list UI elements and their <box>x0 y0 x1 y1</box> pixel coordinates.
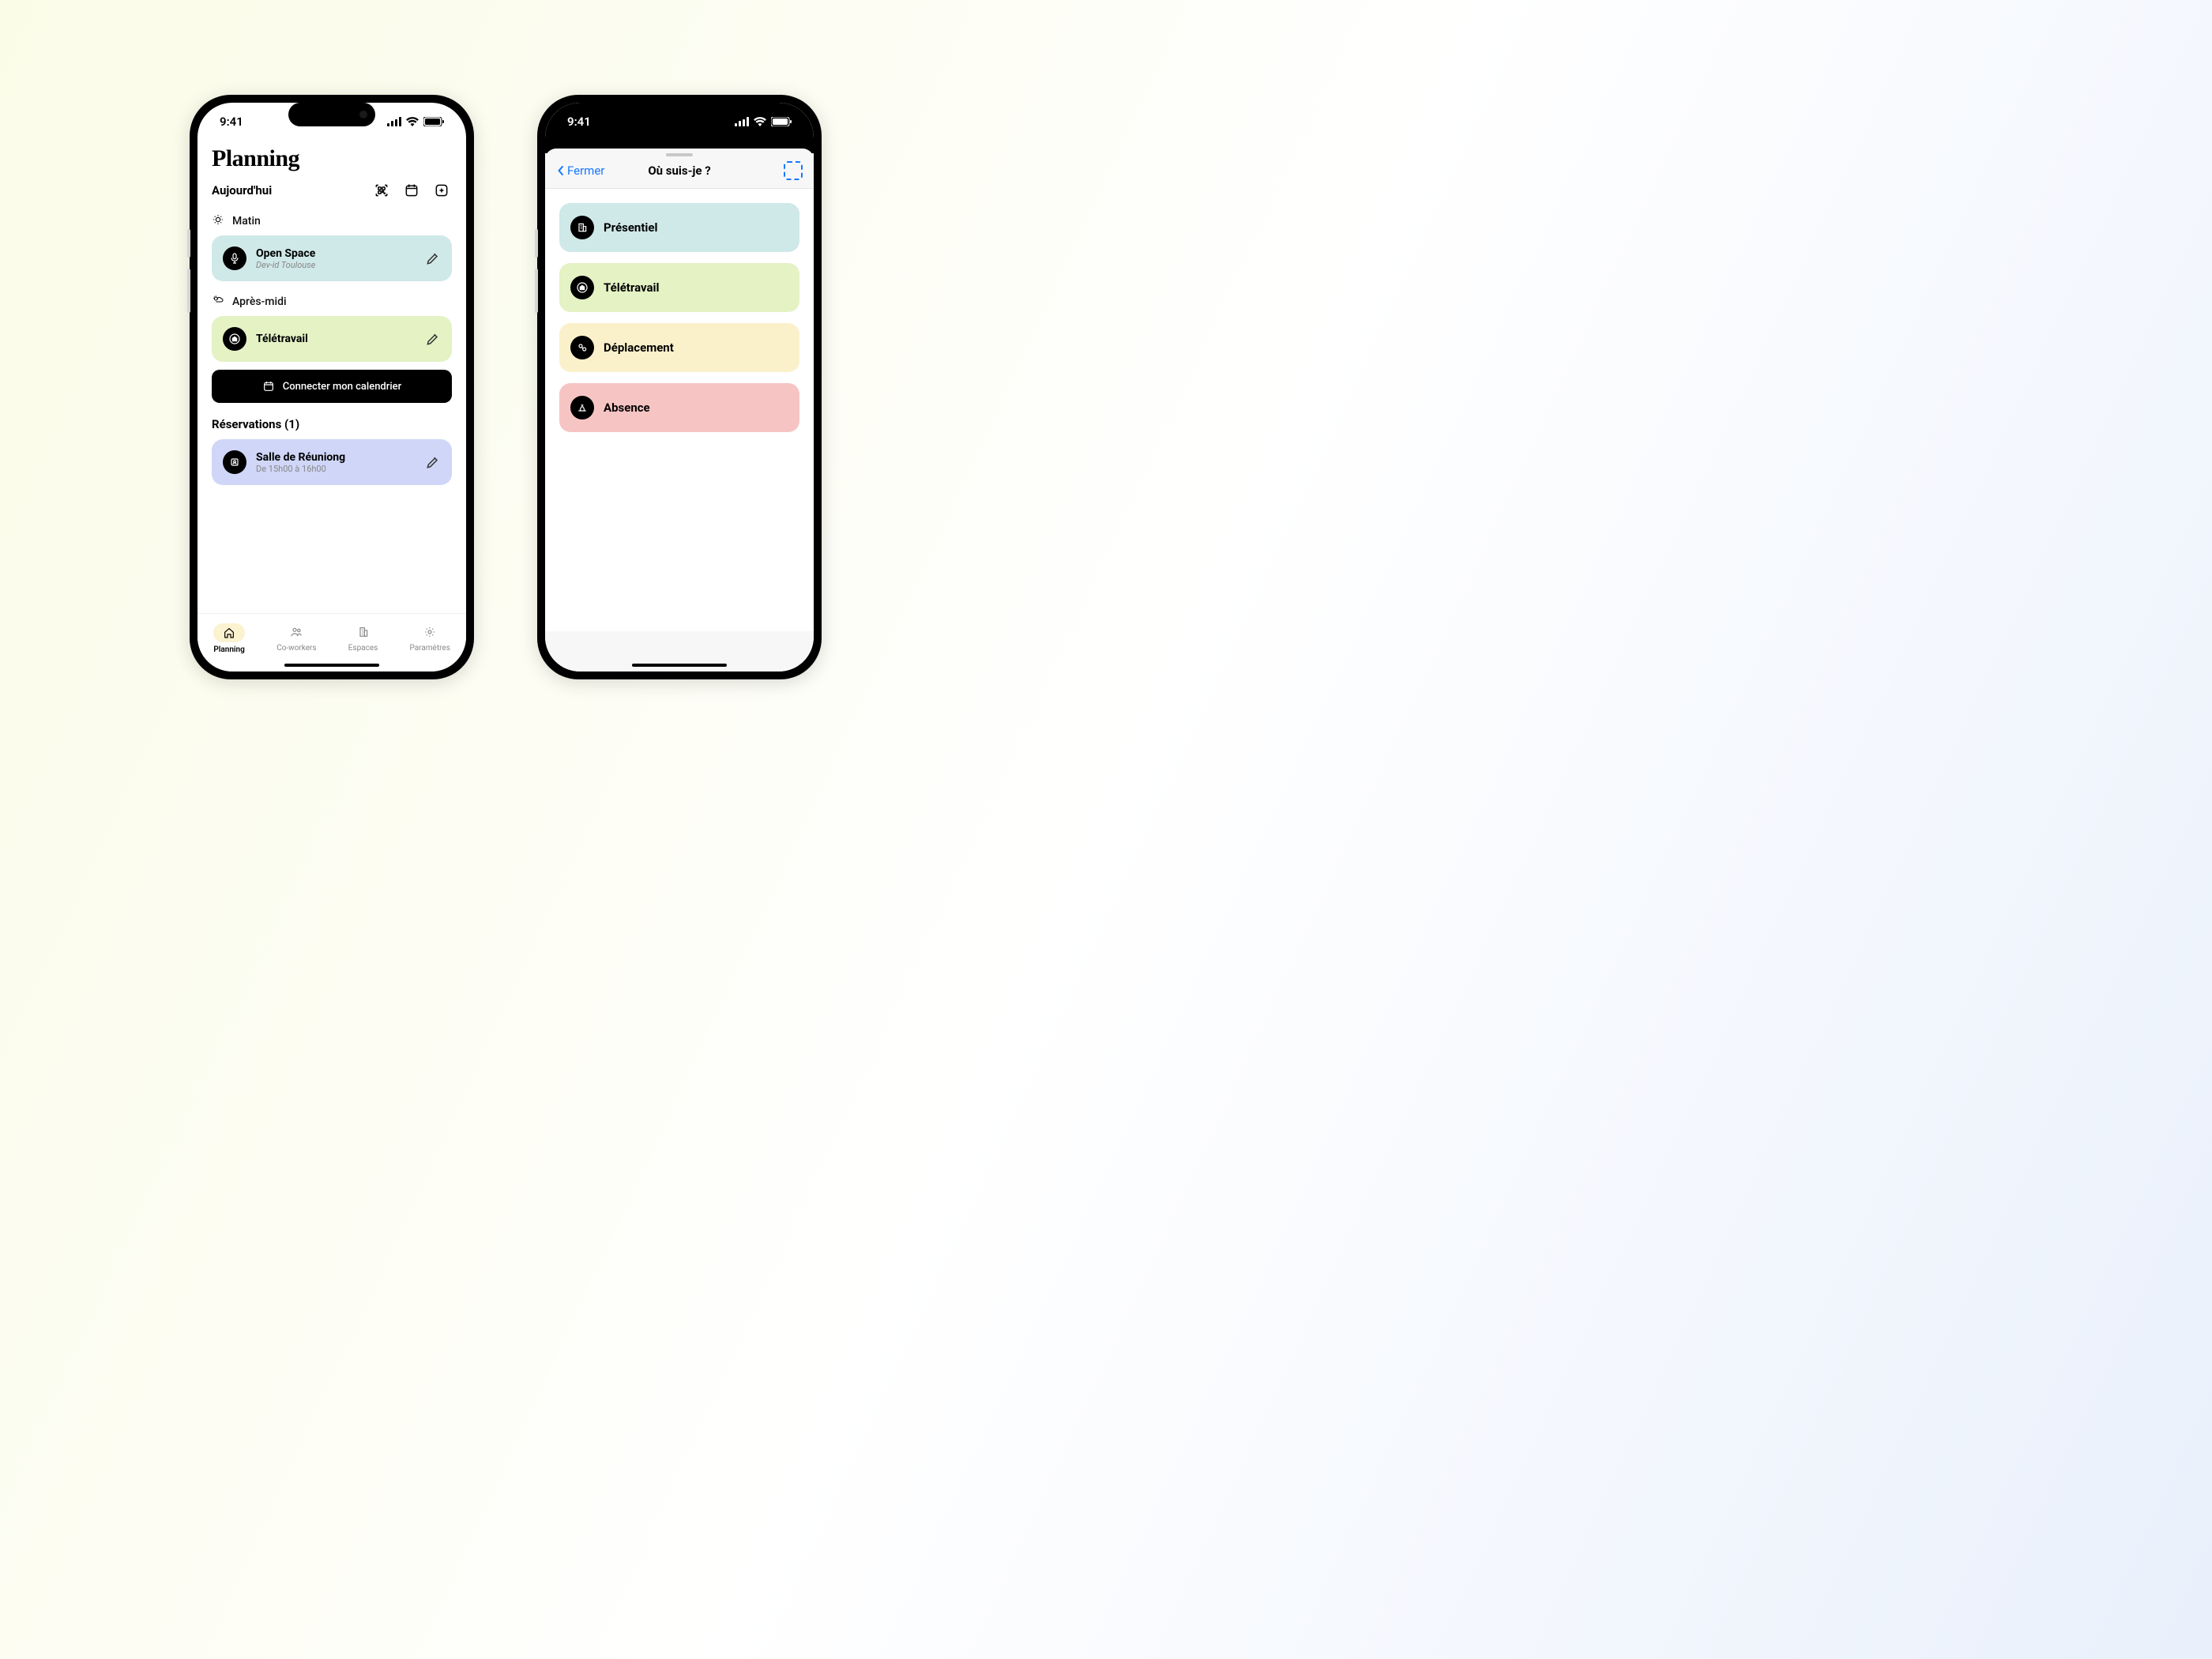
gear-icon <box>423 626 436 641</box>
signal-icon <box>735 117 749 126</box>
screen-2: 9:41 Fermer <box>545 103 814 672</box>
afternoon-title: Télétravail <box>256 333 416 345</box>
cloud-sun-icon <box>212 294 224 310</box>
morning-heading: Matin <box>212 213 452 229</box>
today-row: Aujourd'hui <box>212 180 452 201</box>
absence-icon <box>570 396 594 419</box>
tab-bar: Planning Co-workers Espaces Paramètres <box>198 613 466 672</box>
status-icons <box>387 117 444 126</box>
tab-settings[interactable]: Paramètres <box>409 626 450 653</box>
reservation-sub: De 15h00 à 16h00 <box>256 464 416 474</box>
qr-icon[interactable] <box>371 180 392 201</box>
status-time: 9:41 <box>220 115 243 129</box>
mic-icon <box>223 246 246 270</box>
home-indicator <box>284 664 379 667</box>
connect-calendar-button[interactable]: Connecter mon calendrier <box>212 370 452 403</box>
battery-icon <box>771 117 792 126</box>
status-bar: 9:41 <box>545 103 814 141</box>
screen-1: 9:41 Planning Aujourd'hui <box>198 103 466 672</box>
dynamic-island <box>288 103 375 126</box>
option-absence[interactable]: Absence <box>559 383 799 432</box>
close-label: Fermer <box>567 164 604 178</box>
morning-title: Open Space <box>256 247 416 260</box>
afternoon-label: Après-midi <box>232 295 287 308</box>
home-tab-icon <box>213 623 245 642</box>
room-icon <box>223 450 246 474</box>
tab-spaces[interactable]: Espaces <box>348 626 378 653</box>
reservation-title: Salle de Réuniong <box>256 451 416 464</box>
modal-title: Où suis-je ? <box>648 164 710 178</box>
wifi-icon <box>754 117 766 126</box>
modal-header: Fermer Où suis-je ? <box>545 149 814 189</box>
home-icon <box>570 276 594 299</box>
option-label: Déplacement <box>604 340 788 355</box>
close-button[interactable]: Fermer <box>556 164 604 178</box>
wifi-icon <box>406 117 419 126</box>
header-actions <box>371 180 452 201</box>
signal-icon <box>387 117 401 126</box>
afternoon-card[interactable]: Télétravail <box>212 316 452 362</box>
home-indicator <box>632 664 727 667</box>
travel-icon <box>570 336 594 359</box>
modal-content: Présentiel Télétravail Déplacement <box>545 189 814 631</box>
calendar-icon[interactable] <box>401 180 422 201</box>
building-icon <box>357 626 370 641</box>
connect-label: Connecter mon calendrier <box>283 381 401 393</box>
tab-label: Espaces <box>348 644 378 653</box>
afternoon-heading: Après-midi <box>212 294 452 310</box>
option-label: Présentiel <box>604 220 788 235</box>
planning-content: Planning Aujourd'hui <box>198 141 466 613</box>
option-label: Télétravail <box>604 280 788 295</box>
phone-frame-1: 9:41 Planning Aujourd'hui <box>190 95 474 679</box>
morning-label: Matin <box>232 215 261 228</box>
reservations-heading: Réservations (1) <box>212 417 452 431</box>
reservation-card[interactable]: Salle de Réuniong De 15h00 à 16h00 <box>212 439 452 485</box>
tab-label: Co-workers <box>276 644 316 653</box>
edit-icon[interactable] <box>425 331 441 347</box>
option-deplacement[interactable]: Déplacement <box>559 323 799 372</box>
morning-sub: Dev-id Toulouse <box>256 260 416 270</box>
option-presentiel[interactable]: Présentiel <box>559 203 799 252</box>
battery-icon <box>423 117 444 126</box>
tab-planning[interactable]: Planning <box>213 623 245 654</box>
tab-coworkers[interactable]: Co-workers <box>276 626 316 653</box>
scan-icon[interactable] <box>784 161 803 180</box>
page-title: Planning <box>212 145 452 172</box>
status-time: 9:41 <box>567 115 591 129</box>
option-label: Absence <box>604 401 788 415</box>
tab-label: Paramètres <box>409 644 450 653</box>
people-icon <box>290 626 303 641</box>
add-icon[interactable] <box>431 180 452 201</box>
edit-icon[interactable] <box>425 250 441 266</box>
status-icons <box>735 117 792 126</box>
today-label: Aujourd'hui <box>212 183 272 198</box>
black-top: 9:41 <box>545 103 814 153</box>
sun-icon <box>212 213 224 229</box>
morning-card[interactable]: Open Space Dev-id Toulouse <box>212 235 452 281</box>
tab-label: Planning <box>213 645 244 654</box>
edit-icon[interactable] <box>425 454 441 470</box>
home-icon <box>223 327 246 351</box>
phone-frame-2: 9:41 Fermer <box>537 95 822 679</box>
option-teletravail[interactable]: Télétravail <box>559 263 799 312</box>
building-icon <box>570 216 594 239</box>
